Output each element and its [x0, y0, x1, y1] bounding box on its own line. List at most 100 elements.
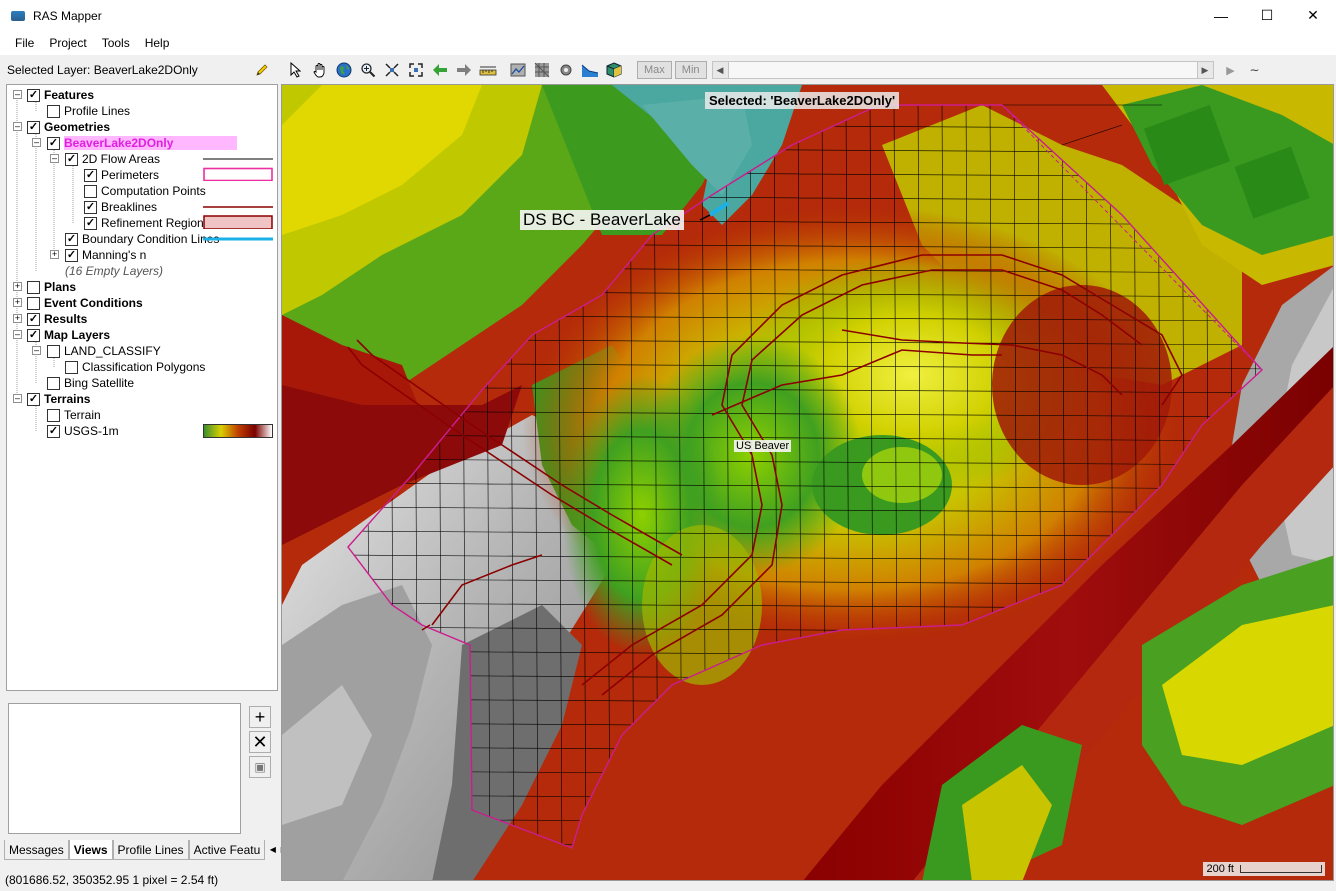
tree-refinement-regions[interactable]: ✓ Refinement Regions — [84, 215, 210, 231]
edit-pencil-icon[interactable] — [254, 62, 270, 78]
expander-features-icon[interactable]: – — [13, 90, 22, 99]
tree-plans[interactable]: Plans — [27, 279, 76, 295]
checkbox-features[interactable]: ✓ — [27, 88, 40, 102]
checkbox-bing-satellite[interactable] — [47, 376, 60, 390]
forward-arrow-icon[interactable] — [453, 59, 475, 81]
tree-mannings-n[interactable]: ✓ Manning's n — [65, 247, 146, 263]
tools-gear-icon[interactable] — [555, 59, 577, 81]
add-view-icon[interactable]: + — [249, 706, 271, 728]
breakline-symbol — [203, 206, 273, 208]
expander-geometries-icon[interactable]: – — [13, 122, 22, 131]
expander-beaverlake-icon[interactable]: – — [32, 138, 41, 147]
minimize-button[interactable]: — — [1198, 0, 1244, 31]
tree-2d-flow-areas[interactable]: ✓ 2D Flow Areas — [65, 151, 160, 167]
tree-event-conditions[interactable]: Event Conditions — [27, 295, 143, 311]
tree-computation-points[interactable]: Computation Points — [84, 183, 206, 199]
expander-2d-flow-areas-icon[interactable]: – — [50, 154, 59, 163]
tree-land-classify[interactable]: LAND_CLASSIFY — [47, 343, 161, 359]
expander-terrains-icon[interactable]: – — [13, 394, 22, 403]
expander-map-layers-icon[interactable]: – — [13, 330, 22, 339]
coordinate-readout: (801686.52, 350352.95 1 pixel = 2.54 ft) — [5, 873, 219, 887]
maximize-button[interactable]: ☐ — [1244, 0, 1290, 31]
checkbox-plans[interactable] — [27, 280, 40, 294]
checkbox-usgs-1m[interactable]: ✓ — [47, 424, 60, 438]
tree-bing-satellite[interactable]: Bing Satellite — [47, 375, 134, 391]
tree-terrains[interactable]: ✓ Terrains — [27, 391, 90, 407]
tree-beaverlake2donly[interactable]: ✓ BeaverLake2DOnly — [47, 135, 238, 151]
tree-classification-polygons[interactable]: Classification Polygons — [65, 359, 205, 375]
tab-profile-lines[interactable]: Profile Lines — [112, 840, 189, 860]
expander-mannings-icon[interactable]: + — [50, 250, 59, 259]
slider-right-arrow-icon[interactable]: ▶ — [1196, 62, 1213, 78]
checkbox-boundary-condition-lines[interactable]: ✓ — [65, 232, 78, 246]
pan-hand-icon[interactable] — [309, 59, 331, 81]
menu-project[interactable]: Project — [42, 36, 93, 50]
menu-file[interactable]: File — [8, 36, 41, 50]
tab-active-features[interactable]: Active Featu — [188, 840, 266, 860]
animation-speed-icon[interactable]: ∼ — [1244, 59, 1266, 81]
tree-geometries[interactable]: ✓ Geometries — [27, 119, 110, 135]
grid-mesh-icon[interactable] — [531, 59, 553, 81]
checkbox-terrains[interactable]: ✓ — [27, 392, 40, 406]
cross-section-icon[interactable] — [579, 59, 601, 81]
tree-map-layers[interactable]: ✓ Map Layers — [27, 327, 110, 343]
checkbox-breaklines[interactable]: ✓ — [84, 200, 97, 214]
checkbox-results[interactable]: ✓ — [27, 312, 40, 326]
checkbox-refinement-regions[interactable]: ✓ — [84, 216, 97, 230]
3d-view-icon[interactable] — [603, 59, 625, 81]
select-arrow-icon[interactable] — [285, 59, 307, 81]
scale-label: 200 ft — [1206, 863, 1234, 875]
profile-plot-icon[interactable] — [507, 59, 529, 81]
expander-land-classify-icon[interactable]: – — [32, 346, 41, 355]
checkbox-terrain[interactable] — [47, 408, 60, 422]
selected-layer-bar: Selected Layer: BeaverLake2DOnly — [0, 59, 280, 81]
views-panel — [8, 703, 241, 834]
expander-event-conditions-icon[interactable]: + — [13, 298, 22, 307]
tree-usgs-1m[interactable]: ✓ USGS-1m — [47, 423, 119, 439]
checkbox-event-conditions[interactable] — [27, 296, 40, 310]
checkbox-land-classify[interactable] — [47, 344, 60, 358]
close-button[interactable]: ✕ — [1290, 0, 1336, 31]
checkbox-geometries[interactable]: ✓ — [27, 120, 40, 134]
back-arrow-icon[interactable] — [429, 59, 451, 81]
tree-features[interactable]: ✓ Features — [27, 87, 94, 103]
tree-breaklines[interactable]: ✓ Breaklines — [84, 199, 157, 215]
menu-help[interactable]: Help — [138, 36, 177, 50]
map-canvas[interactable]: Selected: 'BeaverLake2DOnly' DS BC - Bea… — [281, 84, 1334, 881]
play-icon[interactable]: ▶ — [1220, 59, 1242, 81]
checkbox-map-layers[interactable]: ✓ — [27, 328, 40, 342]
expander-results-icon[interactable]: + — [13, 314, 22, 323]
tree-terrain[interactable]: Terrain — [47, 407, 101, 423]
ras-mapper-app-icon — [11, 10, 25, 21]
checkbox-mannings-n[interactable]: ✓ — [65, 248, 78, 262]
menu-tools[interactable]: Tools — [95, 36, 137, 50]
slider-left-arrow-icon[interactable]: ◀ — [712, 62, 729, 78]
max-button[interactable]: Max — [637, 61, 672, 79]
zoom-in-icon[interactable] — [357, 59, 379, 81]
min-button[interactable]: Min — [674, 61, 707, 79]
tab-views[interactable]: Views — [68, 840, 113, 860]
tree-perimeters[interactable]: ✓ Perimeters — [84, 167, 159, 183]
expander-plans-icon[interactable]: + — [13, 282, 22, 291]
rename-view-icon[interactable]: ▣ — [249, 756, 271, 778]
checkbox-2d-flow-areas[interactable]: ✓ — [65, 152, 78, 166]
measure-ruler-icon[interactable] — [477, 59, 499, 81]
globe-icon[interactable] — [333, 59, 355, 81]
time-slider[interactable]: ◀ ▶ — [711, 61, 1214, 79]
tree-profile-lines[interactable]: Profile Lines — [47, 103, 130, 119]
delete-view-icon[interactable]: ✕ — [249, 731, 271, 753]
tab-scroll-left-icon[interactable]: ◀ — [267, 840, 278, 858]
tab-messages[interactable]: Messages — [4, 840, 69, 860]
checkbox-profile-lines[interactable] — [47, 104, 60, 118]
perimeter-symbol — [203, 167, 273, 181]
checkbox-beaverlake2donly[interactable]: ✓ — [47, 136, 60, 150]
checkbox-perimeters[interactable]: ✓ — [84, 168, 97, 182]
zoom-to-layer-icon[interactable] — [381, 59, 403, 81]
tree-results[interactable]: ✓ Results — [27, 311, 87, 327]
checkbox-classification-polygons[interactable] — [65, 360, 78, 374]
tree-boundary-condition-lines[interactable]: ✓ Boundary Condition Lines — [65, 231, 219, 247]
full-extent-icon[interactable] — [405, 59, 427, 81]
terrain-map[interactable] — [282, 85, 1334, 881]
scale-bar: 200 ft — [1203, 862, 1325, 876]
checkbox-computation-points[interactable] — [84, 184, 97, 198]
